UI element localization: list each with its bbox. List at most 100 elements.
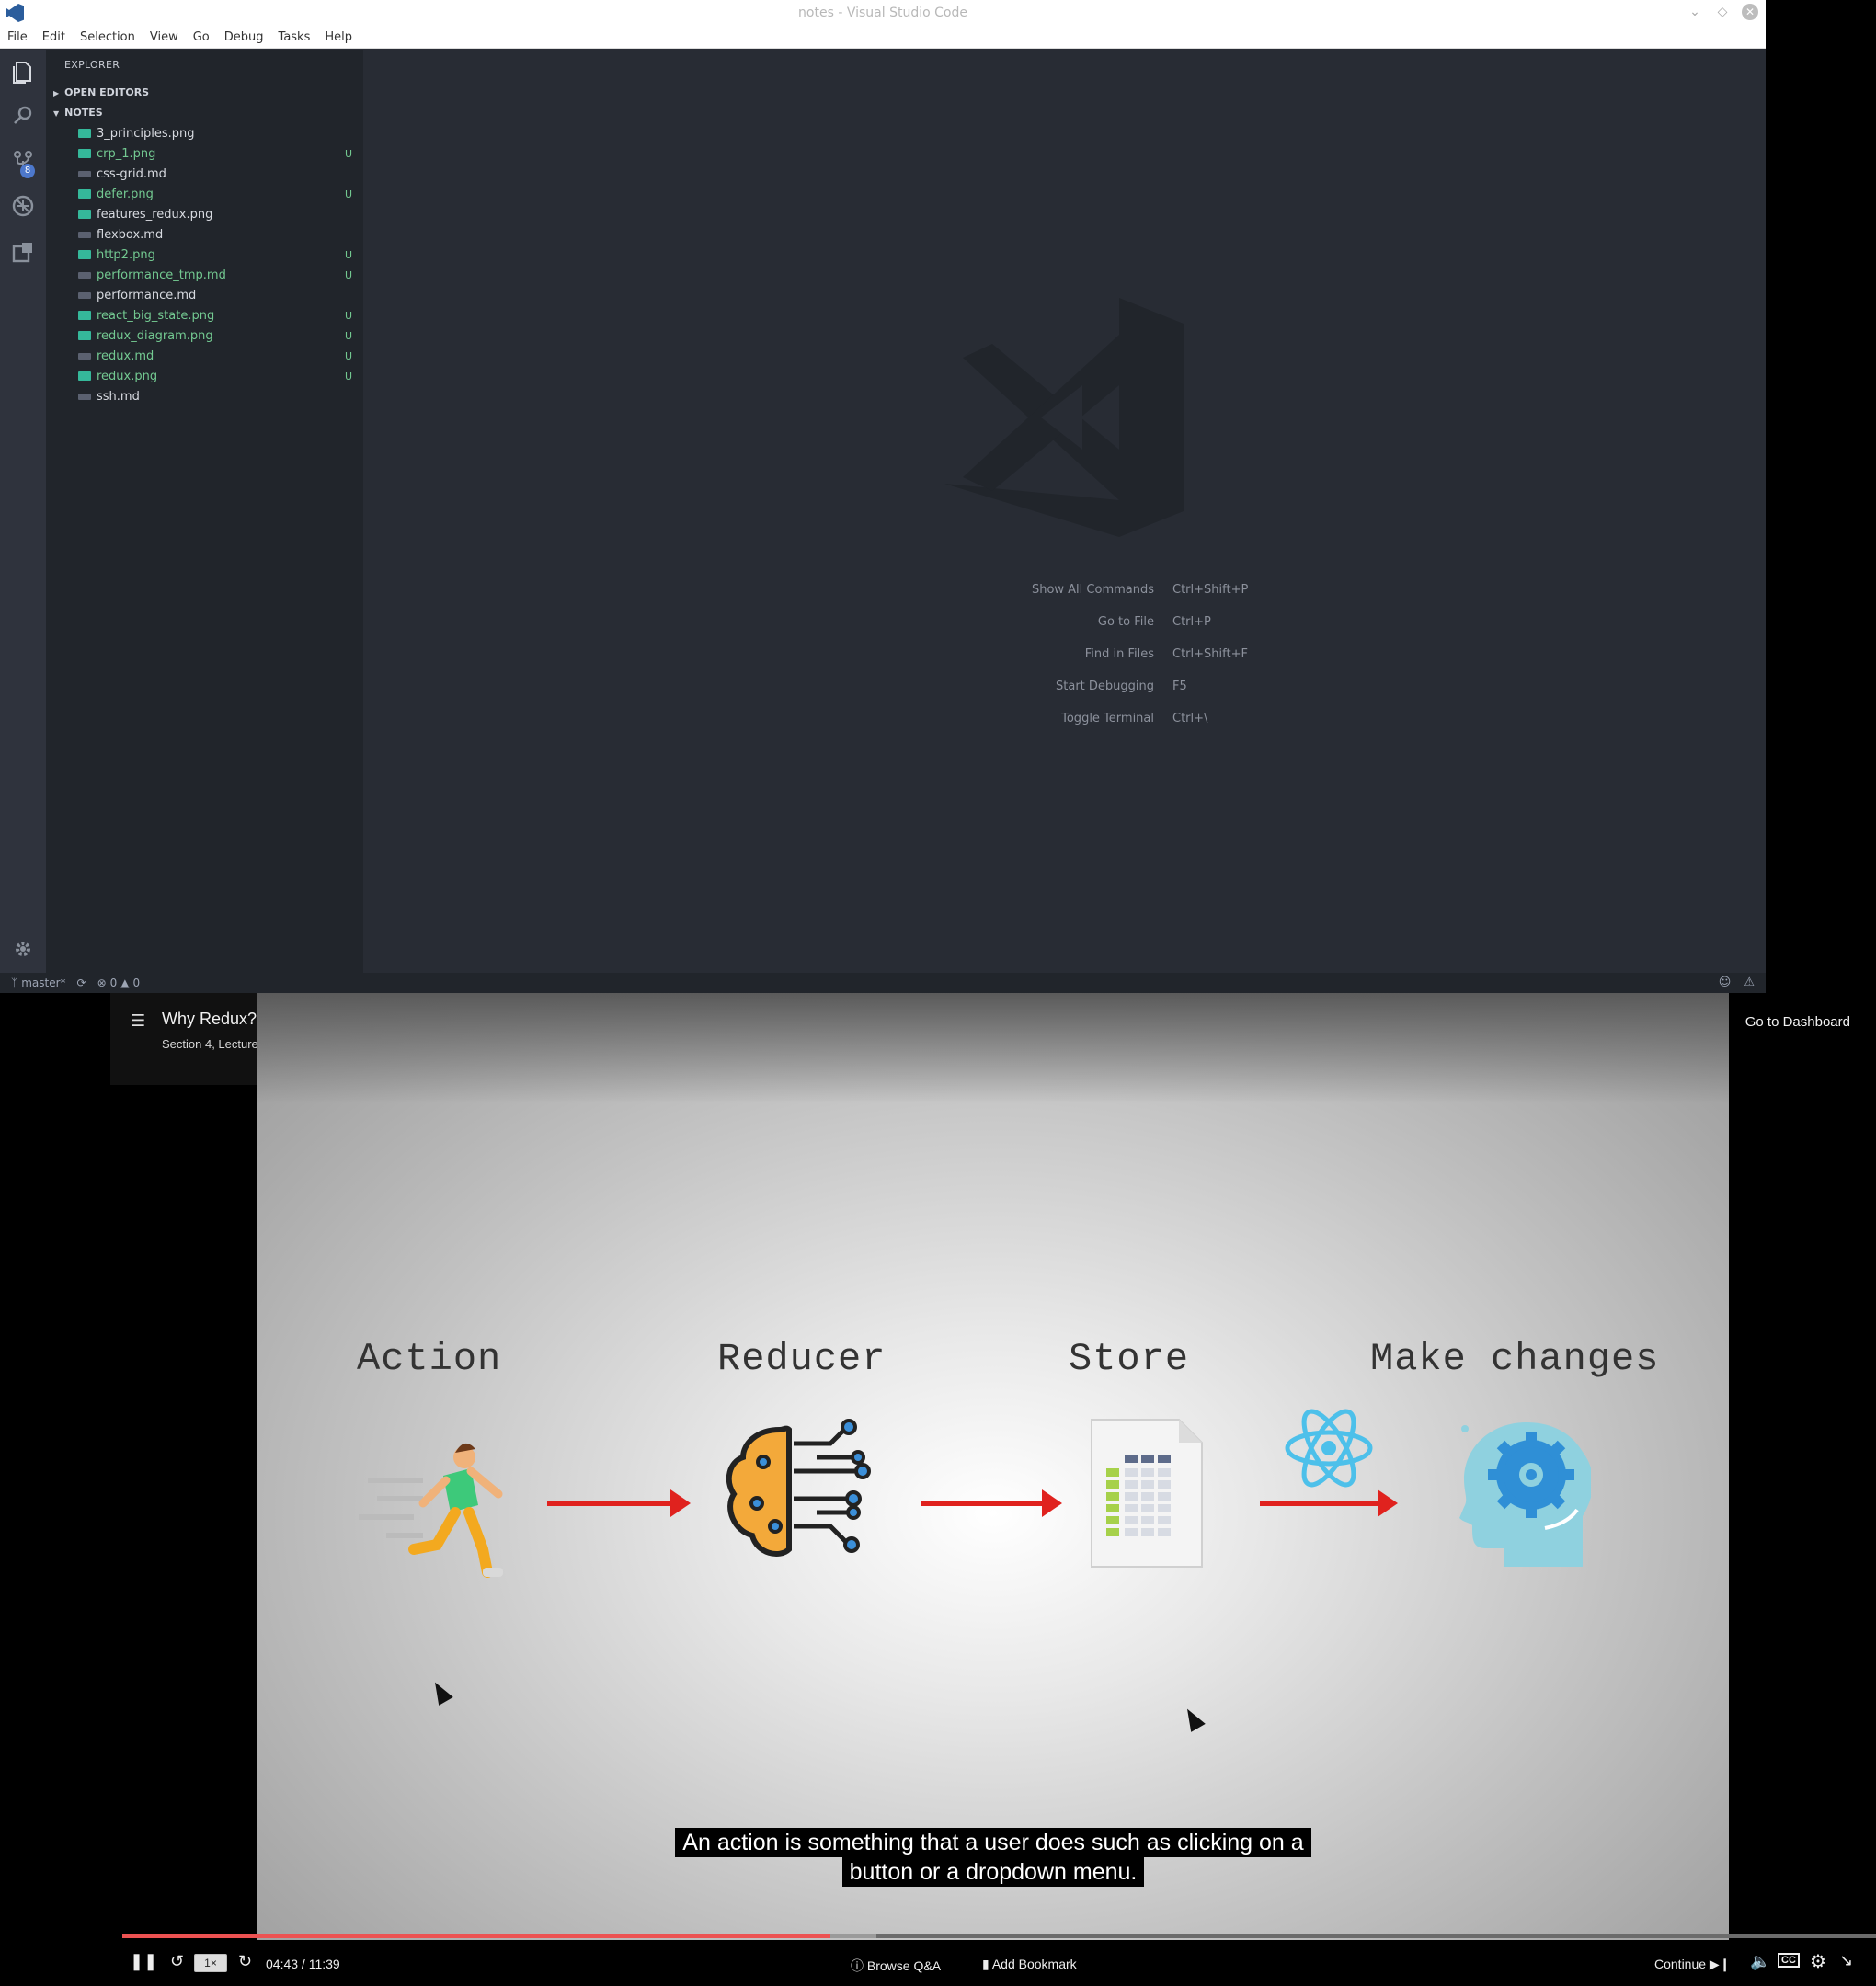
markdown-file-icon [78,231,91,238]
file-name: redux_diagram.png [97,328,213,343]
menu-file[interactable]: File [0,29,35,46]
vscode-window: notes - Visual Studio Code File Edit Sel… [0,0,1766,993]
window-title: notes - Visual Studio Code [798,6,967,20]
playlist-icon[interactable]: ☰ [131,1011,145,1031]
menu-view[interactable]: View [143,29,186,46]
branch-indicator[interactable]: ᛉ master* [11,976,66,989]
menu-help[interactable]: Help [317,29,360,46]
file-tree-item[interactable]: performance.md [46,285,363,305]
file-tree-item[interactable]: 3_principles.png [46,123,363,143]
file-tree-item[interactable]: crp_1.png U [46,143,363,164]
notifications-bell-icon[interactable]: ⚠ [1744,976,1755,989]
closed-captions-icon[interactable]: CC [1778,1953,1800,1968]
settings-gear-icon[interactable] [10,936,36,962]
playback-speed-button[interactable]: 1× [194,1954,227,1972]
error-icon: ⊗ [97,976,107,989]
file-tree-item[interactable]: ssh.md [46,386,363,406]
volume-icon[interactable]: 🔈 [1750,1952,1770,1971]
step-label-store: Store [1069,1337,1190,1381]
step-label-make-changes: Make changes [1370,1337,1660,1381]
file-name: redux.md [97,348,154,363]
shortcut-keys: Ctrl+Shift+F [1172,647,1248,661]
markdown-file-icon [78,170,91,177]
git-status-badge: U [344,349,352,362]
menu-selection[interactable]: Selection [73,29,143,46]
branch-name: master* [21,976,66,989]
file-tree-item[interactable]: css-grid.md [46,164,363,184]
menu-debug[interactable]: Debug [217,29,271,46]
search-icon[interactable] [10,103,36,129]
menu-tasks[interactable]: Tasks [271,29,318,46]
problems-indicator[interactable]: ⊗ 0 ▲ 0 [97,976,141,989]
browse-qa-label: Browse Q&A [866,1958,942,1973]
shortcut-keys: Ctrl+\ [1172,712,1208,725]
explorer-sidebar: EXPLORER ▶ OPEN EDITORS ▼ NOTES 3_principl… [46,50,363,973]
menu-edit[interactable]: Edit [35,29,73,46]
add-bookmark-button[interactable]: ▮ Add Bookmark [982,1957,1077,1972]
exit-fullscreen-icon[interactable]: ↘ [1839,1951,1853,1970]
file-tree-item[interactable]: react_big_state.png U [46,305,363,325]
progress-bar[interactable] [122,1934,1876,1938]
file-name: redux.png [97,369,158,383]
file-name: css-grid.md [97,166,166,181]
continue-label: Continue [1654,1957,1707,1971]
file-tree-item[interactable]: features_redux.png [46,204,363,224]
mouse-cursor-icon [428,1678,453,1706]
file-tree-item[interactable]: redux.md U [46,346,363,366]
image-file-icon [78,189,91,199]
sync-icon[interactable]: ⟳ [77,976,86,989]
status-bar: ᛉ master* ⟳ ⊗ 0 ▲ 0 ☺ ⚠ [0,973,1766,993]
video-player: ☰ Why Redux? Section 4, Lecture 73 Actio… [0,993,1876,1986]
step-label-action: Action [357,1337,502,1381]
maximize-icon[interactable]: ◇ [1714,4,1731,20]
shortcut-keys: Ctrl+Shift+P [1172,583,1249,597]
brain-icon [726,1419,871,1557]
warning-icon: ▲ [120,976,130,989]
time-display: 04:43 / 11:39 [266,1957,340,1971]
feedback-smiley-icon[interactable]: ☺ [1719,976,1732,989]
explorer-title: EXPLORER [64,59,120,71]
file-tree-item[interactable]: http2.png U [46,245,363,265]
file-name: 3_principles.png [97,126,195,141]
subtitle-caption: An action is something that a user does … [257,1828,1729,1887]
editor-area: Show All Commands Ctrl+Shift+P Go to File C… [363,50,1766,973]
rewind-icon[interactable]: ↺ [170,1952,184,1971]
go-to-dashboard-link[interactable]: Go to Dashboard [1745,1014,1850,1030]
pause-icon[interactable]: ❚❚ [130,1952,157,1971]
file-tree-item[interactable]: redux_diagram.png U [46,325,363,346]
minimize-icon[interactable]: ⌄ [1687,4,1703,20]
file-tree-item[interactable]: redux.png U [46,366,363,386]
browse-qa-button[interactable]: ⓘ Browse Q&A [851,1957,941,1975]
explorer-icon[interactable] [10,59,36,85]
file-name: react_big_state.png [97,308,215,323]
open-editors-section[interactable]: ▶ OPEN EDITORS [53,86,149,98]
video-frame[interactable]: Action Reducer Store Make changes An act… [257,993,1729,1940]
forward-icon[interactable]: ↻ [238,1952,252,1971]
file-name: performance_tmp.md [97,268,226,282]
shortcut-row: Show All Commands Ctrl+Shift+P [952,574,1320,606]
markdown-file-icon [78,393,91,400]
caption-line-1: An action is something that a user does … [675,1828,1311,1857]
close-icon[interactable]: ✕ [1742,4,1758,20]
title-bar: notes - Visual Studio Code File Edit Sel… [0,0,1766,49]
arrow-action-to-reducer [547,1490,691,1517]
file-tree-item[interactable]: defer.png U [46,184,363,204]
git-status-badge: U [344,309,352,322]
menu-go[interactable]: Go [186,29,217,46]
git-status-badge: U [344,188,352,200]
file-tree-item[interactable]: flexbox.md [46,224,363,245]
git-status-badge: U [344,329,352,342]
image-file-icon [78,250,91,259]
shortcut-row: Toggle Terminal Ctrl+\ [952,702,1320,735]
extensions-icon[interactable] [10,239,36,265]
notes-folder-section[interactable]: ▼ NOTES [53,107,103,119]
head-gear-icon [1459,1422,1591,1567]
lecture-title: Why Redux? [162,1010,257,1028]
mouse-cursor-icon [1180,1705,1206,1732]
continue-button[interactable]: Continue ▶❙ [1654,1957,1730,1972]
add-bookmark-label: Add Bookmark [991,1957,1077,1971]
open-editors-label: OPEN EDITORS [64,86,150,98]
settings-gear-icon[interactable]: ⚙ [1810,1950,1826,1973]
file-tree-item[interactable]: performance_tmp.md U [46,265,363,285]
debug-icon[interactable] [10,193,36,219]
